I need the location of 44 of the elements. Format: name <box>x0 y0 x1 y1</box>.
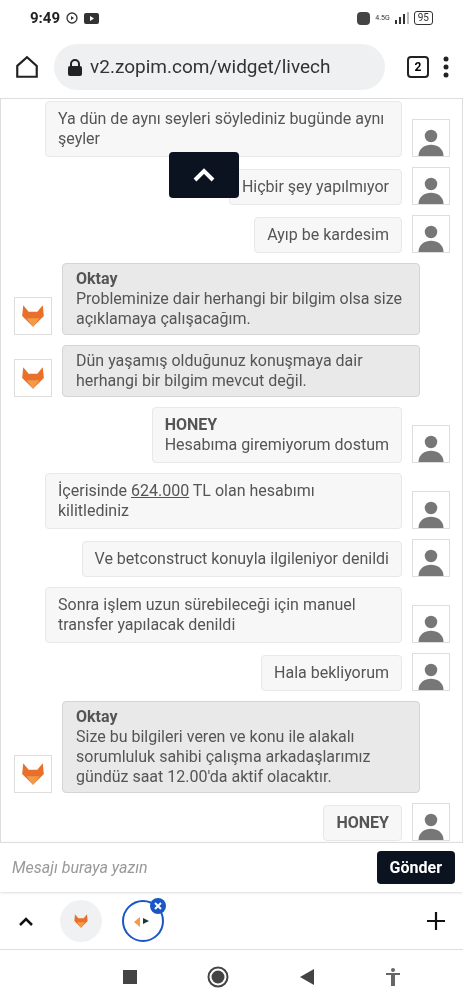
fox-icon <box>20 365 46 391</box>
message-text: Probleminize dair herhangi bir bilgim olsa size açıklamaya çalışacağım. <box>76 289 403 329</box>
scroll-up-button[interactable] <box>169 152 239 198</box>
message-text: Ayıp be kardesim <box>267 225 389 245</box>
video-icon <box>84 12 100 24</box>
message-input[interactable]: Mesajı buraya yazın <box>12 855 369 880</box>
clock: 9:49 <box>30 7 61 29</box>
menu-icon[interactable] <box>443 56 449 78</box>
lock-icon <box>68 58 82 76</box>
message-text: Hiçbir şey yapılmıyor <box>241 177 389 197</box>
sender-name: HONEY <box>164 415 219 435</box>
address-bar[interactable]: v2.zopim.com/widget/livech <box>54 44 385 90</box>
chevron-up-icon <box>193 168 215 182</box>
battery-level: 95 <box>413 11 433 25</box>
message-text: Ve betconstruct konuyla ilgileniyor denildi <box>94 549 389 569</box>
message-text: İçerisinde 624.000 TL olan hesabımı kilitlediniz <box>58 481 316 521</box>
amount-link[interactable]: 624.000 <box>131 481 190 500</box>
sender-name: HONEY <box>336 813 389 833</box>
recents-icon[interactable] <box>122 970 137 984</box>
accessibility-icon[interactable] <box>384 968 401 986</box>
url-text: v2.zopim.com/widget/livech <box>90 53 331 80</box>
message-text: Dün yaşamış olduğunuz konuşmaya dair herhangi bir bilgim mevcut değil. <box>76 351 364 391</box>
fox-icon <box>73 912 89 929</box>
chat-tab[interactable] <box>122 899 164 942</box>
tab-count[interactable]: 2 <box>407 56 429 78</box>
sender-name: Oktay <box>76 269 119 289</box>
send-button[interactable]: Gönder <box>376 851 455 884</box>
home-button-icon[interactable] <box>206 966 229 988</box>
chevron-up-icon[interactable] <box>18 915 34 926</box>
chat-tab[interactable] <box>60 899 102 942</box>
fox-icon <box>20 303 46 329</box>
signal-icon <box>394 12 409 24</box>
sender-name: Oktay <box>76 707 119 727</box>
message-text: Ya dün de aynı seyleri söylediniz bugünde aynı şeyler <box>58 109 386 149</box>
back-icon[interactable] <box>298 969 315 985</box>
plus-icon[interactable] <box>427 911 445 930</box>
message-text: Hala bekliyorum <box>274 663 389 683</box>
fox-icon <box>20 761 46 787</box>
message-text: Hesabıma giremiyorum dostum <box>164 435 389 455</box>
message-text: Size bu bilgileri veren ve konu ile alakalı sorumluluk sahibi çalışma arkadaşlarımız gündüz saat 12.00'da aktif olacaktır. <box>76 727 372 787</box>
message-text: Sonra işlem uzun sürebileceği için manuel transfer yapılacak denildi <box>58 595 357 635</box>
cast-icon <box>66 12 79 24</box>
home-icon[interactable] <box>14 54 40 80</box>
close-icon[interactable] <box>150 897 166 914</box>
